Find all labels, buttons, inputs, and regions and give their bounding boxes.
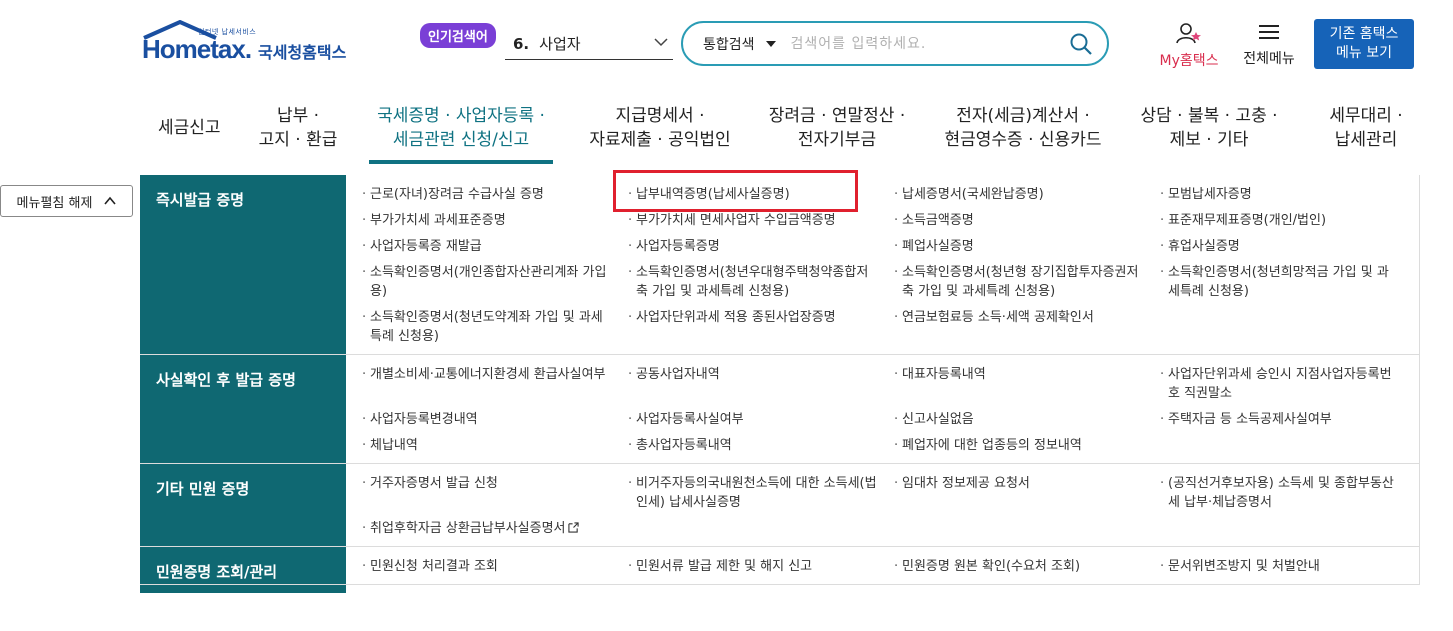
search-icon[interactable] <box>1069 32 1093 56</box>
menu-link[interactable]: 총사업자등록내역 <box>628 436 894 455</box>
nav-incentives[interactable]: 장려금 · 연말정산 · 전자기부금 <box>762 104 912 152</box>
chevron-down-icon <box>765 40 776 47</box>
menu-link-external[interactable]: 취업후학자금 상환금납부사실증명서 <box>362 519 628 538</box>
logo-wordmark: Hometax. <box>142 34 252 64</box>
menu-collapse-button[interactable]: 메뉴펼침 해제 <box>0 185 133 217</box>
section-head-partial <box>140 585 346 593</box>
active-nav-underline <box>369 160 553 164</box>
menu-link[interactable]: 민원서류 발급 제한 및 해지 신고 <box>628 557 894 576</box>
menu-link-label: 취업후학자금 상환금납부사실증명서 <box>370 521 566 536</box>
menu-link[interactable]: 연금보험료등 소득·세액 공제확인서 <box>894 308 1160 346</box>
submenu-panel: 즉시발급 증명 근로(자녀)장려금 수급사실 증명 납부내역증명(납세사실증명)… <box>140 175 1420 593</box>
menu-link[interactable]: 휴업사실증명 <box>1160 237 1410 256</box>
menu-link[interactable]: 주택자금 등 소득공제사실여부 <box>1160 410 1410 429</box>
all-menu-button[interactable]: 전체메뉴 <box>1237 22 1301 68</box>
menu-link[interactable]: 부가가치세 과세표준증명 <box>362 211 628 230</box>
menu-link[interactable]: 소득확인증명서(청년희망적금 가입 및 과세특례 신청용) <box>1160 263 1410 301</box>
menu-link[interactable]: 사업자등록증명 <box>628 237 894 256</box>
section-title: 기타 민원 증명 <box>140 464 346 546</box>
menu-collapse-label: 메뉴펼침 해제 <box>16 195 93 211</box>
menu-link[interactable]: 사업자단위과세 적용 종된사업장증명 <box>628 308 894 346</box>
external-link-icon <box>567 522 579 533</box>
menu-link[interactable]: 소득확인증명서(청년형 장기집합투자증권저축 가입 및 과세특례 신청용) <box>894 263 1160 301</box>
search-scope-select[interactable]: 통합검색 <box>703 34 777 54</box>
highlight-box <box>613 170 858 212</box>
menu-link[interactable]: 폐업사실증명 <box>894 237 1160 256</box>
menu-link[interactable]: 사업자등록증 재발급 <box>362 237 628 256</box>
section-next-partial <box>140 585 1420 593</box>
popular-keyword-select[interactable]: 6. 사업자 <box>505 28 673 60</box>
section-other-civil: 기타 민원 증명 거주자증명서 발급 신청 비거주자등의국내원천소득에 대한 소… <box>140 464 1420 547</box>
my-hometax-label: My홈택스 <box>1159 53 1219 69</box>
nav-tax-agent[interactable]: 세무대리 · 납세관리 <box>1316 104 1416 152</box>
menu-link[interactable]: 부가가치세 면세사업자 수입금액증명 <box>628 211 894 230</box>
chevron-up-icon <box>104 196 117 205</box>
menu-link[interactable]: 소득금액증명 <box>894 211 1160 230</box>
old-home-line2: 메뉴 보기 <box>1336 45 1392 61</box>
menu-link[interactable]: (공직선거후보자용) 소득세 및 종합부동산세 납부·체납증명서 <box>1160 474 1410 512</box>
nav-payment-statements[interactable]: 지급명세서 · 자료제출 · 공익법인 <box>585 104 735 152</box>
menu-link[interactable]: 사업자등록사실여부 <box>628 410 894 429</box>
menu-link[interactable]: 임대차 정보제공 요청서 <box>894 474 1160 512</box>
main-navigation: 세금신고 납부 · 고지 · 환급 국세증명 · 사업자등록 · 세금관련 신청… <box>140 104 1420 164</box>
menu-link[interactable]: 대표자등록내역 <box>894 365 1160 403</box>
popular-keyword-text: 사업자 <box>539 35 581 53</box>
menu-link[interactable]: 사업자등록변경내역 <box>362 410 628 429</box>
popular-keyword-rank: 6. <box>513 34 530 53</box>
menu-link[interactable]: 개별소비세·교통에너지환경세 환급사실여부 <box>362 365 628 403</box>
menu-link[interactable]: 소득확인증명서(개인종합자산관리계좌 가입용) <box>362 263 628 301</box>
nav-certificates[interactable]: 국세증명 · 사업자등록 · 세금관련 신청/신고 <box>369 104 553 152</box>
menu-link[interactable]: 폐업자에 대한 업종등의 정보내역 <box>894 436 1160 455</box>
section-fact-check-issue: 사실확인 후 발급 증명 개별소비세·교통에너지환경세 환급사실여부 공동사업자… <box>140 355 1420 464</box>
menu-link[interactable]: 민원신청 처리결과 조회 <box>362 557 628 576</box>
hamburger-menu-icon <box>1259 25 1279 39</box>
section-title: 사실확인 후 발급 증명 <box>140 355 346 463</box>
all-menu-label: 전체메뉴 <box>1243 51 1295 67</box>
logo-korean-name: 국세청홈택스 <box>258 43 347 62</box>
section-title: 민원증명 조회/관리 <box>140 547 346 584</box>
nav-counsel[interactable]: 상담 · 불복 · 고충 · 제보 · 기타 <box>1134 104 1284 152</box>
section-title: 즉시발급 증명 <box>140 175 346 354</box>
old-home-line1: 기존 홈택스 <box>1329 26 1399 42</box>
menu-link[interactable]: 소득확인증명서(청년도약계좌 가입 및 과세특례 신청용) <box>362 308 628 346</box>
hometax-logo[interactable]: 인터넷 납세서비스 Hometax. 국세청홈택스 <box>140 20 360 72</box>
search-input[interactable] <box>790 35 1051 52</box>
menu-link[interactable]: 근로(자녀)장려금 수급사실 증명 <box>362 185 628 204</box>
menu-link[interactable]: 민원증명 원본 확인(수요처 조회) <box>894 557 1160 576</box>
menu-link[interactable]: 비거주자등의국내원천소득에 대한 소득세(법인세) 납세사실증명 <box>628 474 894 512</box>
search-scope-label: 통합검색 <box>703 36 755 53</box>
menu-link[interactable]: 문서위변조방지 및 처벌안내 <box>1160 557 1410 576</box>
old-hometax-menu-button[interactable]: 기존 홈택스 메뉴 보기 <box>1314 19 1414 69</box>
menu-link[interactable]: 체납내역 <box>362 436 628 455</box>
user-star-icon <box>1176 23 1201 44</box>
nav-e-invoice[interactable]: 전자(세금)계산서 · 현금영수증 · 신용카드 <box>938 104 1108 152</box>
menu-link[interactable]: 공동사업자내역 <box>628 365 894 403</box>
menu-link[interactable]: 표준재무제표증명(개인/법인) <box>1160 211 1410 230</box>
menu-link[interactable]: 신고사실없음 <box>894 410 1160 429</box>
menu-link[interactable]: 소득확인증명서(청년우대형주택청약종합저축 가입 및 과세특례 신청용) <box>628 263 894 301</box>
menu-link[interactable]: 거주자증명서 발급 신청 <box>362 474 628 512</box>
nav-tax-filing[interactable]: 세금신고 <box>158 116 221 140</box>
menu-link[interactable]: 모범납세자증명 <box>1160 185 1410 204</box>
chevron-down-icon <box>654 38 668 47</box>
section-civil-lookup: 민원증명 조회/관리 민원신청 처리결과 조회 민원서류 발급 제한 및 해지 … <box>140 547 1420 585</box>
menu-link[interactable]: 사업자단위과세 승인시 지점사업자등록번호 직권말소 <box>1160 365 1410 403</box>
nav-payment[interactable]: 납부 · 고지 · 환급 <box>258 104 338 152</box>
menu-link[interactable]: 납세증명서(국세완납증명) <box>894 185 1160 204</box>
search-bar: 통합검색 <box>681 21 1109 66</box>
popular-keyword-badge: 인기검색어 <box>420 23 496 48</box>
my-hometax-link[interactable]: My홈택스 <box>1153 22 1225 70</box>
